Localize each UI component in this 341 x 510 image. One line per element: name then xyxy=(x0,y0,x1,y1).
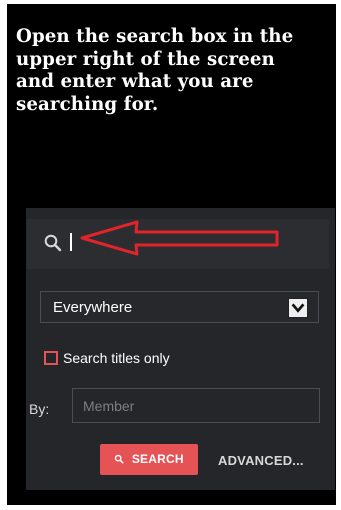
by-label: By: xyxy=(29,401,50,417)
advanced-search-link[interactable]: ADVANCED... xyxy=(218,453,304,468)
search-titles-only-label: Search titles only xyxy=(63,350,170,366)
location-selected-value: Everywhere xyxy=(53,299,133,316)
member-input[interactable] xyxy=(72,388,320,423)
instruction-screen: Open the search box in the upper right o… xyxy=(7,4,336,505)
location-select[interactable]: Everywhere xyxy=(40,291,319,323)
search-button-label: SEARCH xyxy=(131,452,184,466)
dropdown-button[interactable] xyxy=(288,298,308,318)
red-arrow-annotation xyxy=(80,220,279,256)
search-icon xyxy=(44,234,62,252)
search-button[interactable]: SEARCH xyxy=(100,444,198,475)
search-icon xyxy=(115,454,124,464)
search-text-caret xyxy=(70,233,72,251)
instruction-text: Open the search box in the upper right o… xyxy=(16,26,294,115)
chevron-down-icon xyxy=(291,303,305,313)
search-titles-only-checkbox[interactable] xyxy=(44,351,58,365)
